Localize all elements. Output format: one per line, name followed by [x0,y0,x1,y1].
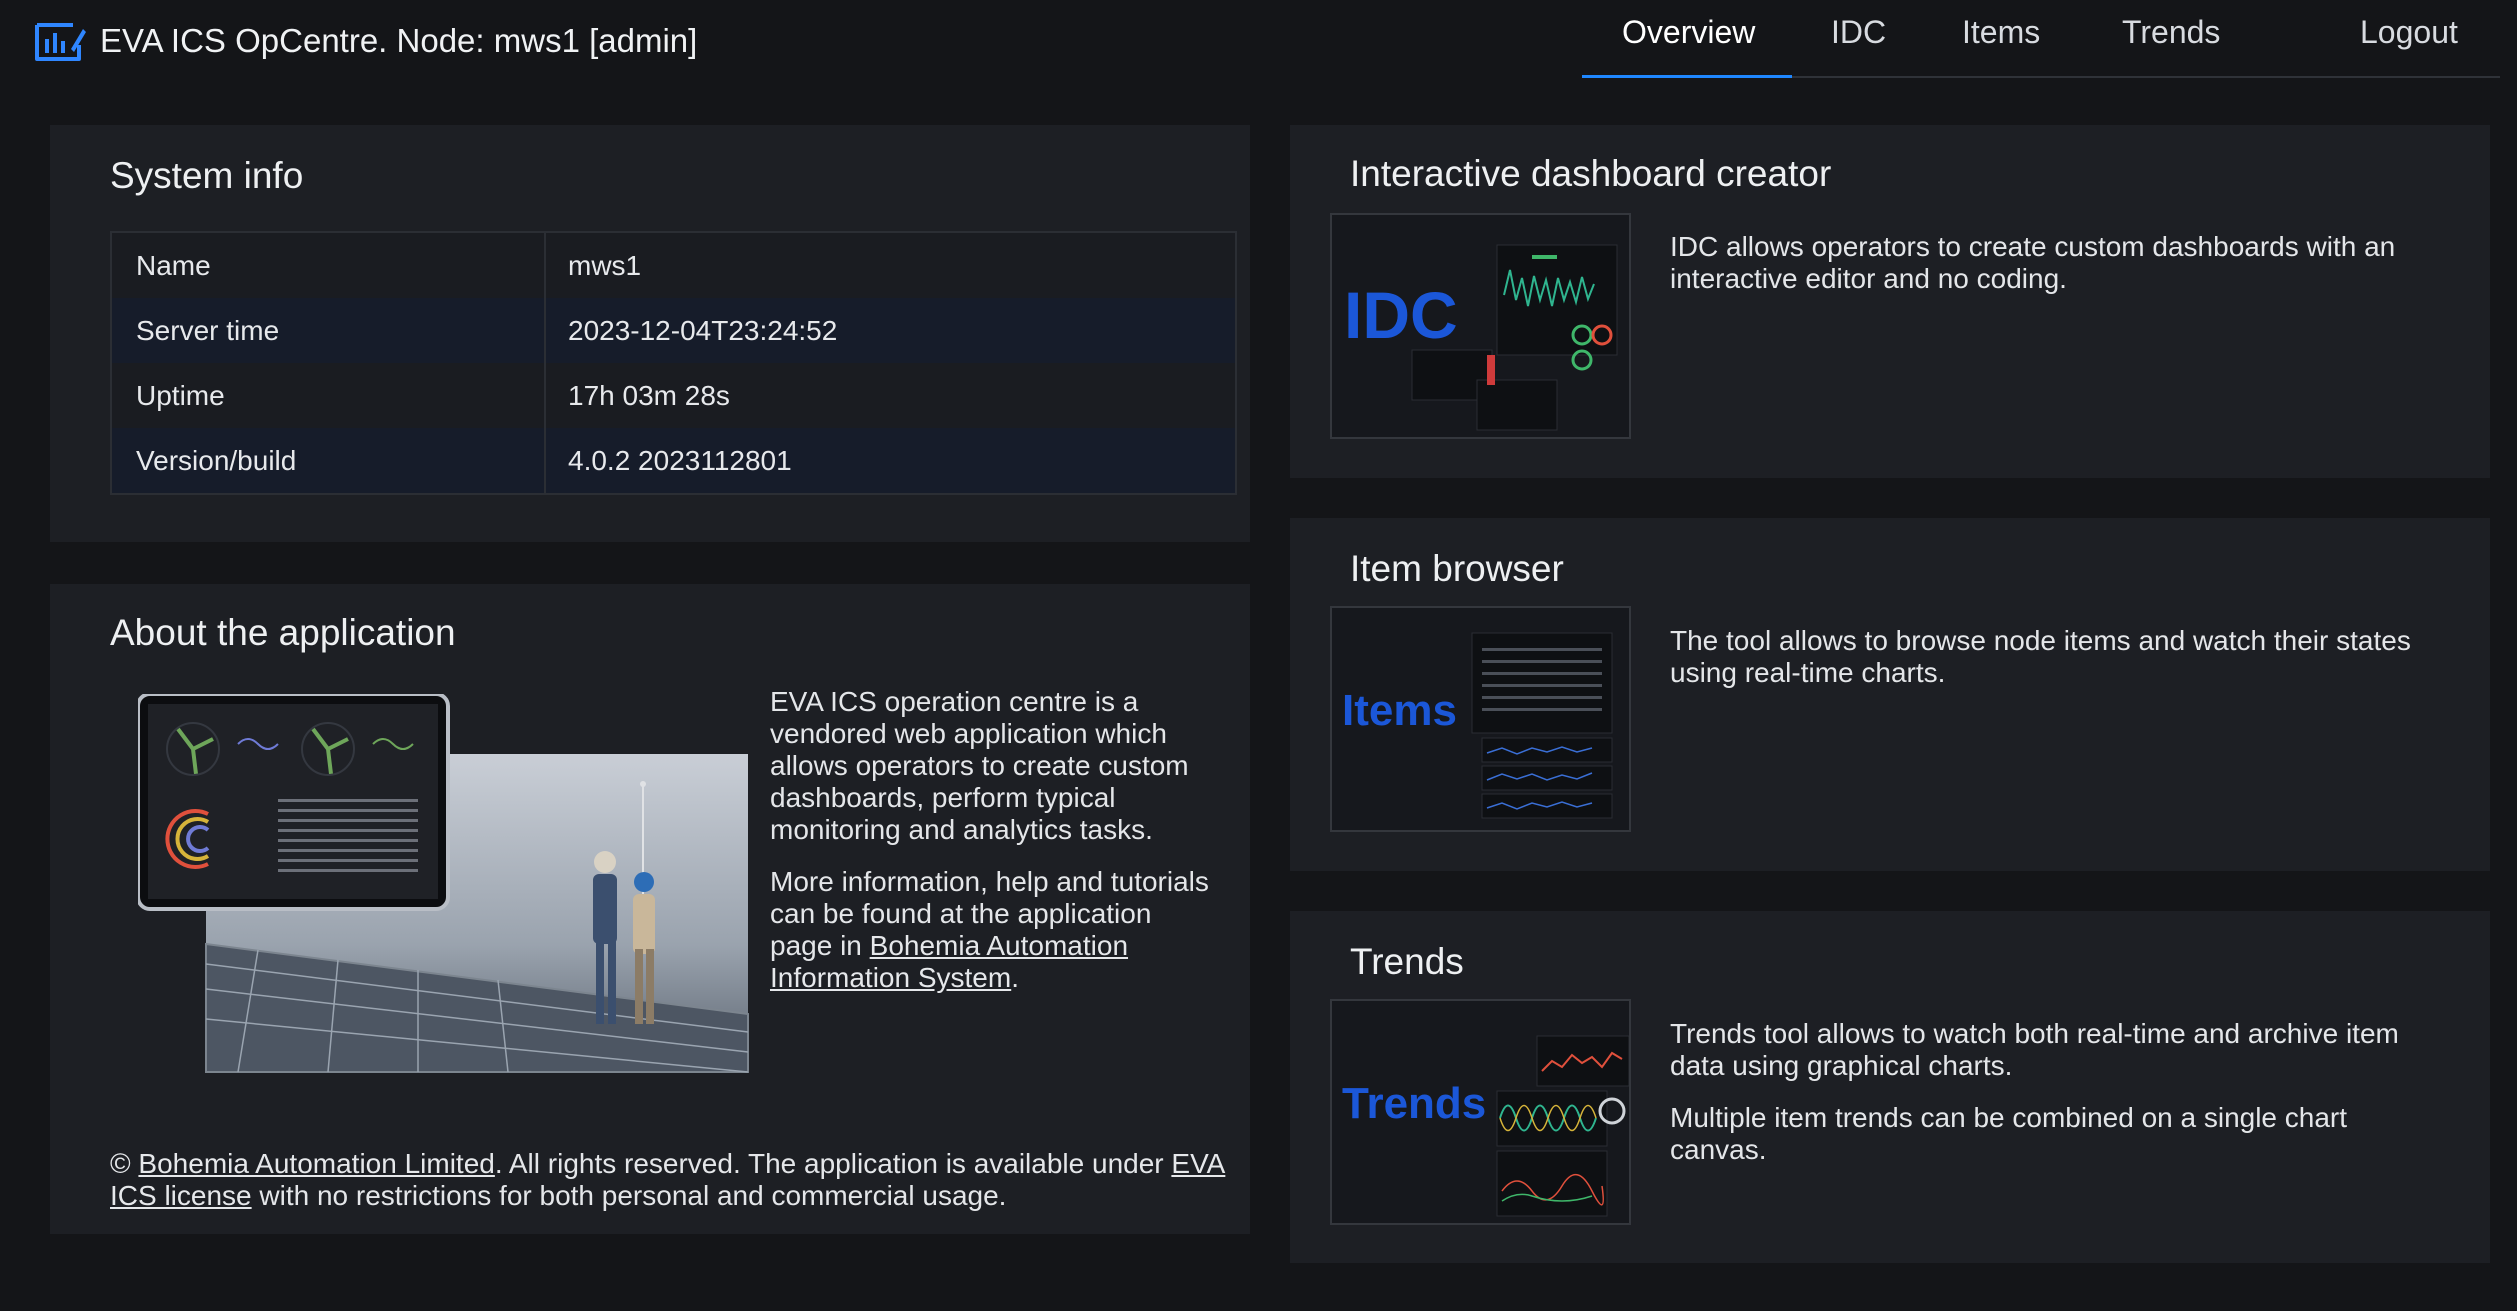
copyright-symbol: © [110,1148,139,1179]
idc-thumbnail-label: IDC [1344,278,1458,352]
about-description: EVA ICS operation centre is a vendored w… [770,686,1210,1014]
copyright-text-end: with no restrictions for both personal a… [251,1180,1007,1211]
info-key: Uptime [111,363,546,428]
info-value: 2023-12-04T23:24:52 [568,314,838,346]
trends-description-2: Multiple item trends can be combined on … [1670,1102,2348,1165]
item-browser-description: The tool allows to browse node items and… [1670,625,2411,688]
copyright-notice: © Bohemia Automation Limited. All rights… [110,1148,1250,1212]
item-browser-title: Item browser [1350,548,1564,589]
tab-idc[interactable]: IDC [1831,14,1886,51]
about-paragraph: EVA ICS operation centre is a vendored w… [770,686,1189,845]
info-key: Server time [111,298,546,363]
table-row: Version/build 4.0.2 2023112801 [111,428,1236,494]
about-hero-image [138,694,749,1073]
app-title: EVA ICS OpCentre. Node: mws1 [admin] [100,22,698,59]
trends-title: Trends [1350,941,1464,982]
system-info-panel: System info Name mws1 Server time 2023-1… [50,125,1250,542]
info-key: Name [111,232,546,298]
trends-description-1: Trends tool allows to watch both real-ti… [1670,1018,2399,1081]
about-panel: About the application EVA ICS operation … [50,584,1250,1234]
trends-thumbnail-label: Trends [1342,1079,1487,1128]
active-tab-indicator [1582,75,1792,78]
idc-panel[interactable]: Interactive dashboard creator IDC IDC al… [1290,125,2490,478]
info-key: Version/build [111,428,546,494]
idc-description: IDC allows operators to create custom da… [1670,231,2396,294]
item-browser-thumbnail[interactable]: Items [1330,606,1631,832]
logout-link[interactable]: Logout [2360,14,2458,51]
about-more-info: More information, help and tutorials can… [770,866,1210,994]
idc-title: Interactive dashboard creator [1350,153,1832,194]
idc-thumbnail[interactable]: IDC [1330,213,1631,439]
table-row: Name mws1 [111,232,1236,298]
info-value: 4.0.2 2023112801 [568,444,792,476]
tab-overview[interactable]: Overview [1622,14,1755,51]
table-row: Uptime 17h 03m 28s [111,363,1236,428]
tab-trends[interactable]: Trends [2122,14,2220,51]
info-value: mws1 [568,249,642,281]
table-row: Server time 2023-12-04T23:24:52 [111,298,1236,363]
item-browser-panel[interactable]: Item browser Items The tool allows to br… [1290,518,2490,871]
info-value: 17h 03m 28s [568,379,730,411]
system-info-title: System info [110,155,304,196]
bohemia-automation-link[interactable]: Bohemia Automation Limited [138,1148,494,1179]
app-logo-icon [35,23,86,61]
about-title: About the application [110,612,456,653]
trends-thumbnail[interactable]: Trends [1330,999,1631,1225]
item-browser-thumbnail-label: Items [1342,686,1457,735]
tab-items[interactable]: Items [1962,14,2040,51]
main-nav: Overview IDC Items Trends Logout [1582,0,2500,78]
system-info-table: Name mws1 Server time 2023-12-04T23:24:5… [110,231,1237,495]
trends-panel[interactable]: Trends Trends Trends tool allows to watc… [1290,911,2490,1263]
trends-description: Trends tool allows to watch both real-ti… [1670,1018,2430,1186]
copyright-text: . All rights reserved. The application i… [494,1148,1172,1179]
about-more-info-suffix: . [1011,962,1019,993]
